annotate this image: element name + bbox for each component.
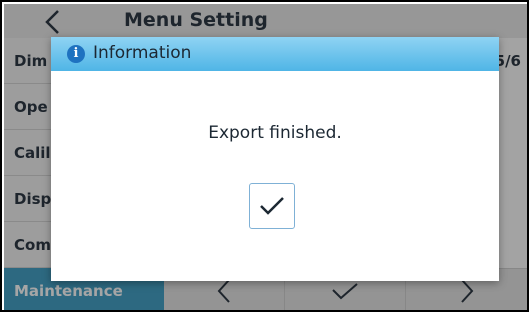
- info-icon: i: [67, 45, 85, 63]
- dialog-titlebar: i Information: [51, 37, 499, 71]
- dialog-title: Information: [93, 43, 192, 63]
- ok-button[interactable]: [249, 183, 295, 229]
- checkmark-icon: [260, 197, 284, 215]
- information-dialog: i Information Export finished.: [51, 37, 499, 281]
- dialog-message: Export finished.: [208, 123, 342, 143]
- app-screen: Menu Setting Dim Ope Calil Disp Com Main…: [0, 0, 529, 312]
